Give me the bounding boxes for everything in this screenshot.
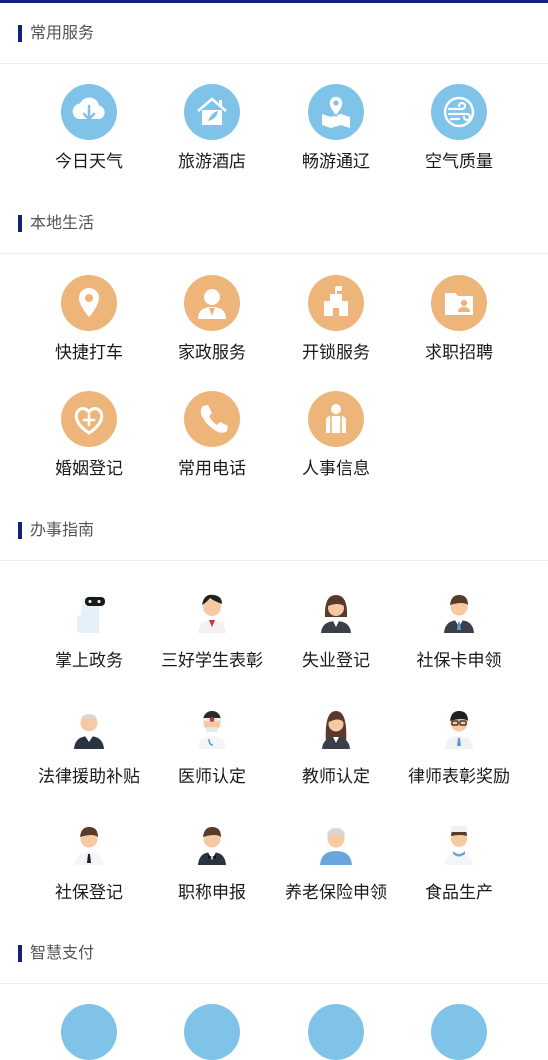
guide-label: 失业登记 <box>302 651 370 671</box>
guide-tile-mobile-gov[interactable]: 掌上政务 <box>24 583 154 672</box>
guide-tile-student[interactable]: 三好学生表彰 <box>147 583 277 672</box>
elder-icon <box>308 815 364 871</box>
local-label: 快捷打车 <box>55 343 123 363</box>
guide-tile-physician[interactable]: 医师认定 <box>147 699 277 788</box>
heart-plus-icon <box>61 391 117 447</box>
guide-tile-teacher[interactable]: 教师认定 <box>271 699 401 788</box>
section-header-smart-pay: 智慧支付 <box>0 923 548 984</box>
teacher-icon <box>308 699 364 755</box>
section-header-guides: 办事指南 <box>0 500 548 561</box>
guide-label: 法律援助补贴 <box>38 767 140 787</box>
hotel-icon <box>184 84 240 140</box>
guide-tile-legal-aid[interactable]: 法律援助补贴 <box>24 699 154 788</box>
local-label: 家政服务 <box>178 343 246 363</box>
guide-tile-unemployment[interactable]: 失业登记 <box>271 583 401 672</box>
lawyer-icon <box>431 699 487 755</box>
service-label: 今日天气 <box>55 152 123 172</box>
service-tile-weather[interactable]: 今日天气 <box>24 84 154 173</box>
local-label: 婚姻登记 <box>55 459 123 479</box>
local-label: 开锁服务 <box>302 343 370 363</box>
guide-tile-pension[interactable]: 养老保险申领 <box>271 815 401 904</box>
service-tile-tour[interactable]: 畅游通辽 <box>271 84 401 173</box>
service-tile-hotel[interactable]: 旅游酒店 <box>147 84 277 173</box>
local-tile-jobs[interactable]: 求职招聘 <box>394 275 524 364</box>
cloud-download-icon <box>61 84 117 140</box>
guide-label: 教师认定 <box>302 767 370 787</box>
service-label: 畅游通辽 <box>302 152 370 172</box>
service-tile-air-quality[interactable]: 空气质量 <box>394 84 524 173</box>
local-tile-personnel[interactable]: 人事信息 <box>271 391 401 480</box>
local-label: 求职招聘 <box>425 343 493 363</box>
student-icon <box>184 583 240 639</box>
guide-label: 食品生产 <box>425 883 493 903</box>
doctor-icon <box>184 699 240 755</box>
smart-pay-icon-partial[interactable] <box>308 1004 364 1060</box>
housekeeper-icon <box>184 275 240 331</box>
phone-icon <box>184 391 240 447</box>
section-marker <box>18 945 22 962</box>
section-title: 智慧支付 <box>30 943 95 962</box>
robot-icon <box>61 583 117 639</box>
local-label: 常用电话 <box>178 459 246 479</box>
smart-pay-icon-partial[interactable] <box>61 1004 117 1060</box>
section-marker <box>18 215 22 232</box>
guide-label: 社保卡申领 <box>416 651 502 671</box>
guide-label: 养老保险申领 <box>285 883 387 903</box>
smart-pay-icon-partial[interactable] <box>184 1004 240 1060</box>
local-tile-marriage[interactable]: 婚姻登记 <box>24 391 154 480</box>
man-tie-icon <box>61 815 117 871</box>
location-pin-icon <box>61 275 117 331</box>
smart-pay-icon-partial[interactable] <box>431 1004 487 1060</box>
local-tile-unlock[interactable]: 开锁服务 <box>271 275 401 364</box>
building-icon <box>308 275 364 331</box>
guide-label: 律师表彰奖励 <box>408 767 510 787</box>
guide-label: 三好学生表彰 <box>161 651 263 671</box>
local-label: 人事信息 <box>302 459 370 479</box>
guide-label: 医师认定 <box>178 767 246 787</box>
guide-tile-title-application[interactable]: 职称申报 <box>147 815 277 904</box>
section-title: 常用服务 <box>30 23 95 42</box>
section-marker <box>18 25 22 42</box>
guide-label: 掌上政务 <box>55 651 123 671</box>
section-marker <box>18 522 22 539</box>
guide-label: 职称申报 <box>178 883 246 903</box>
local-tile-phone[interactable]: 常用电话 <box>147 391 277 480</box>
service-label: 空气质量 <box>425 152 493 172</box>
air-icon <box>431 84 487 140</box>
elder-man-icon <box>61 699 117 755</box>
man-bowtie-icon <box>184 815 240 871</box>
local-tile-housekeeping[interactable]: 家政服务 <box>147 275 277 364</box>
section-header-common-services: 常用服务 <box>0 3 548 64</box>
local-tile-taxi[interactable]: 快捷打车 <box>24 275 154 364</box>
woman-avatar-icon <box>308 583 364 639</box>
guide-tile-lawyer[interactable]: 律师表彰奖励 <box>394 699 524 788</box>
guide-label: 社保登记 <box>55 883 123 903</box>
guide-tile-social-card[interactable]: 社保卡申领 <box>394 583 524 672</box>
map-pin-icon <box>308 84 364 140</box>
section-title: 本地生活 <box>30 213 95 232</box>
service-label: 旅游酒店 <box>178 152 246 172</box>
section-title: 办事指南 <box>30 520 95 539</box>
personnel-icon <box>308 391 364 447</box>
section-header-local-life: 本地生活 <box>0 193 548 254</box>
chef-icon <box>431 815 487 871</box>
job-folder-icon <box>431 275 487 331</box>
man-avatar-icon <box>431 583 487 639</box>
guide-tile-food-production[interactable]: 食品生产 <box>394 815 524 904</box>
guide-tile-social-registration[interactable]: 社保登记 <box>24 815 154 904</box>
